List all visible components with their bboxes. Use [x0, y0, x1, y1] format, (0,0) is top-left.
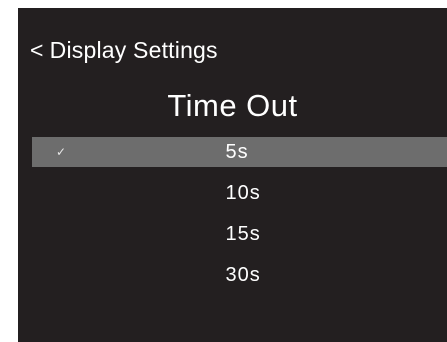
option-label: 15s: [225, 223, 261, 245]
back-button[interactable]: < Display Settings: [30, 32, 218, 68]
option-5s[interactable]: ✓ 5s: [32, 137, 447, 167]
back-chevron-icon: <: [30, 36, 44, 63]
option-10s[interactable]: 10s: [32, 173, 447, 214]
check-icon: ✓: [56, 145, 68, 159]
option-label: 5s: [225, 140, 249, 163]
device-screen: < Display Settings Time Out ✓ 5s 10s 15s…: [18, 8, 447, 342]
option-label: 30s: [225, 264, 261, 286]
back-button-label: Display Settings: [49, 36, 218, 63]
page-title: Time Out: [167, 88, 298, 123]
timeout-options-list: ✓ 5s 10s 15s 30s: [32, 137, 447, 296]
option-label: 10s: [225, 182, 261, 204]
option-15s[interactable]: 15s: [32, 214, 447, 255]
option-30s[interactable]: 30s: [32, 255, 447, 296]
